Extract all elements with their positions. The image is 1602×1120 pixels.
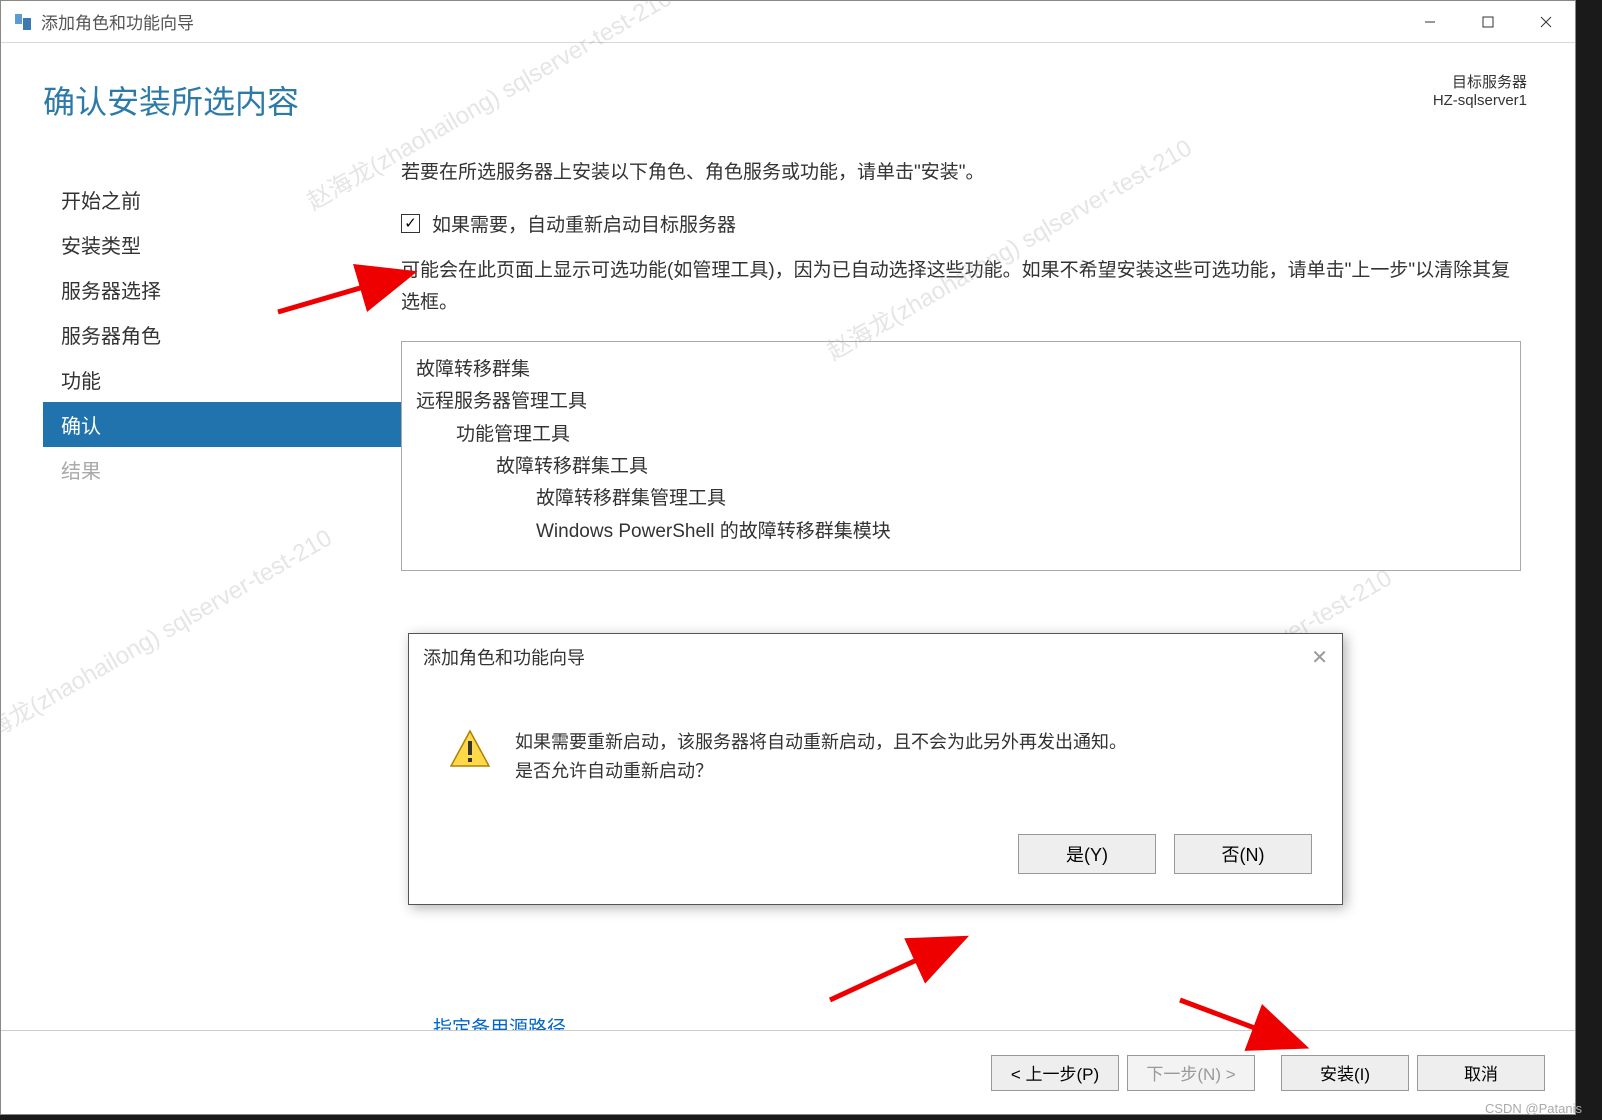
feature-item: 故障转移群集管理工具	[416, 483, 1506, 515]
previous-button[interactable]: < 上一步(P)	[991, 1055, 1119, 1091]
minimize-button[interactable]	[1401, 3, 1459, 41]
dialog-close-icon[interactable]: ✕	[1311, 645, 1328, 670]
annotation-arrow-1	[278, 262, 428, 327]
close-button[interactable]	[1517, 3, 1575, 41]
annotation-arrow-2	[830, 930, 990, 1015]
optional-features-note: 可能会在此页面上显示可选功能(如管理工具)，因为已自动选择这些功能。如果不希望安…	[401, 255, 1521, 320]
feature-item: 功能管理工具	[416, 419, 1506, 451]
sidebar-item-before-begin[interactable]: 开始之前	[43, 177, 401, 222]
dialog-no-button[interactable]: 否(N)	[1174, 834, 1312, 874]
sidebar-item-results: 结果	[43, 447, 401, 492]
sidebar-item-features[interactable]: 功能	[43, 357, 401, 402]
dialog-line2: 是否允许自动重新启动？	[515, 757, 1127, 786]
dialog-title-text: 添加角色和功能向导	[423, 644, 585, 670]
feature-item: Windows PowerShell 的故障转移群集模块	[416, 516, 1506, 548]
install-instruction: 若要在所选服务器上安装以下角色、角色服务或功能，请单击"安装"。	[401, 159, 1521, 188]
auto-restart-label: 如果需要，自动重新启动目标服务器	[432, 210, 736, 237]
feature-item: 故障转移群集	[416, 354, 1506, 386]
wizard-footer: < 上一步(P) 下一步(N) > 安装(I) 取消	[1, 1030, 1575, 1114]
target-server-name: HZ-sqlserver1	[1433, 92, 1527, 109]
dialog-yes-button[interactable]: 是(Y)	[1018, 834, 1156, 874]
credit-text: CSDN @Patanis	[1485, 1101, 1582, 1116]
annotation-arrow-3	[1180, 990, 1320, 1065]
feature-item: 故障转移群集工具	[416, 451, 1506, 483]
features-list: 故障转移群集 远程服务器管理工具 功能管理工具 故障转移群集工具 故障转移群集管…	[401, 341, 1521, 571]
main-layout: 开始之前 安装类型 服务器选择 服务器角色 功能 确认 结果 若要在所选服务器上…	[43, 159, 1533, 571]
app-icon	[13, 12, 33, 32]
cancel-button[interactable]: 取消	[1417, 1055, 1545, 1091]
restart-confirmation-dialog: 添加角色和功能向导 ✕ 如果需要重新启动，该服务器将自动重新启动，且不会为此另外…	[408, 633, 1343, 905]
dialog-line1: 如果需要重新启动，该服务器将自动重新启动，且不会为此另外再发出通知。	[515, 728, 1127, 757]
window-title: 添加角色和功能向导	[41, 9, 1401, 34]
target-server-label: 目标服务器	[1433, 71, 1527, 92]
sidebar-item-confirmation[interactable]: 确认	[43, 402, 401, 447]
dialog-titlebar: 添加角色和功能向导 ✕	[409, 634, 1342, 680]
target-server-info: 目标服务器 HZ-sqlserver1	[1433, 71, 1527, 109]
auto-restart-checkbox[interactable]: ✓	[401, 214, 420, 233]
feature-item: 远程服务器管理工具	[416, 386, 1506, 418]
warning-icon	[449, 728, 491, 770]
dialog-footer: 是(Y) 否(N)	[409, 834, 1342, 904]
dialog-body: 如果需要重新启动，该服务器将自动重新启动，且不会为此另外再发出通知。 是否允许自…	[409, 680, 1342, 834]
dialog-message: 如果需要重新启动，该服务器将自动重新启动，且不会为此另外再发出通知。 是否允许自…	[515, 728, 1127, 786]
maximize-button[interactable]	[1459, 3, 1517, 41]
main-panel: 若要在所选服务器上安装以下角色、角色服务或功能，请单击"安装"。 ✓ 如果需要，…	[401, 159, 1533, 571]
auto-restart-row: ✓ 如果需要，自动重新启动目标服务器	[401, 210, 1521, 237]
titlebar: 添加角色和功能向导	[1, 1, 1575, 43]
sidebar-item-install-type[interactable]: 安装类型	[43, 222, 401, 267]
wizard-steps-sidebar: 开始之前 安装类型 服务器选择 服务器角色 功能 确认 结果	[43, 159, 401, 571]
window-controls	[1401, 3, 1575, 41]
page-title: 确认安装所选内容	[43, 77, 1533, 123]
wizard-window: 添加角色和功能向导 确认安装所选内容 目标服务器 HZ-sqlserver1 开…	[0, 0, 1576, 1115]
